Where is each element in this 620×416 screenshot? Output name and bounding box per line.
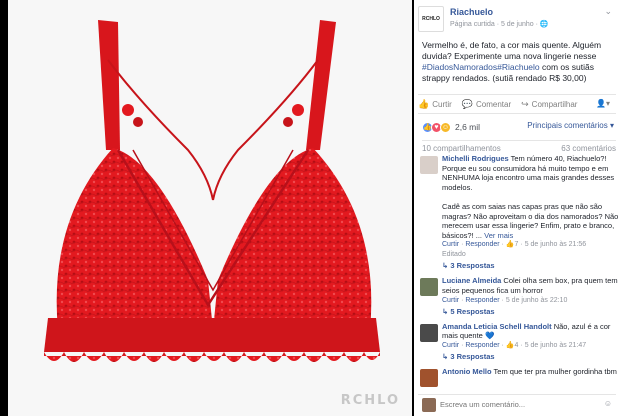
comment-reply-link[interactable]: Responder xyxy=(465,342,499,349)
chevron-down-icon: ▾ xyxy=(605,99,610,108)
avatar[interactable] xyxy=(420,156,438,174)
comment-author[interactable]: Michelli Rodrigues xyxy=(442,154,509,163)
post-header: RCHLO Riachuelo Página curtida · 5 de ju… xyxy=(414,0,620,38)
thumbs-up-icon: 👍 xyxy=(418,98,430,109)
avatar[interactable] xyxy=(420,368,438,387)
avatar[interactable] xyxy=(420,278,438,297)
see-more-link[interactable]: Ver mais xyxy=(484,231,513,240)
share-label: Compartilhar xyxy=(531,99,578,109)
view-replies-link[interactable]: ↳ 3 Respostas xyxy=(442,260,620,272)
product-photo[interactable]: RCHLO xyxy=(8,0,412,416)
post-subtitle-text: Página curtida · 5 de junho · xyxy=(450,21,540,28)
wow-reaction-icon: ☺ xyxy=(440,121,451,133)
comment-date[interactable]: 5 de junho às 21:56 xyxy=(525,241,587,248)
comment-item: Michelli Rodrigues Tem número 40, Riachu… xyxy=(418,154,620,272)
comment-icon: 💬 xyxy=(461,98,473,109)
comment-like-link[interactable]: Curtir xyxy=(442,241,459,248)
hashtag-link-2[interactable]: #Riachuelo xyxy=(497,62,540,72)
share-comment-counts: 10 compartilhamentos 63 comentários xyxy=(422,140,616,153)
user-avatar-icon: 👤 xyxy=(596,99,606,108)
reaction-avatar-menu[interactable]: 👤▾ xyxy=(596,99,610,108)
comment-text: Tem número 40, Riachuelo?! Porque eu sou… xyxy=(442,154,619,240)
post-text-body: Vermelho é, de fato, a cor mais quente. … xyxy=(422,40,602,61)
comment-item: Antonio Mello Tem que ter pra mulher gor… xyxy=(418,367,620,387)
hashtag-link[interactable]: #DiadosNamorados xyxy=(422,62,497,72)
share-icon: ↪ xyxy=(521,98,529,109)
edited-label: Editado xyxy=(442,251,466,259)
comment-label: Comentar xyxy=(476,99,512,109)
post-subtitle: Página curtida · 5 de junho · 🌐 xyxy=(450,20,549,28)
comment-body: Amanda Leticia Schell Handolt Não, azul … xyxy=(442,322,620,341)
avatar xyxy=(422,398,436,412)
comment-reply-link[interactable]: Responder xyxy=(465,241,499,248)
post-text: Vermelho é, de fato, a cor mais quente. … xyxy=(422,40,610,84)
view-replies-link[interactable]: ↳ 5 Respostas xyxy=(442,306,620,318)
comment-body: Antonio Mello Tem que ter pra mulher gor… xyxy=(442,367,620,377)
comment-like-count: 7 xyxy=(514,241,519,249)
comment-input[interactable] xyxy=(440,398,610,411)
share-button[interactable]: ↪ Compartilhar xyxy=(521,99,577,110)
comment-meta: Curtir · Responder · 5 de junho às 22:10 xyxy=(442,296,568,304)
comment-date[interactable]: 5 de junho às 22:10 xyxy=(506,297,568,304)
comment-count-link[interactable]: 63 comentários xyxy=(561,144,616,153)
comment-author[interactable]: Amanda Leticia Schell Handolt xyxy=(442,322,552,331)
reaction-count: 2,6 mil xyxy=(455,122,481,132)
comment-reply-link[interactable]: Responder xyxy=(465,297,499,304)
comment-like-link[interactable]: Curtir xyxy=(442,297,459,304)
globe-icon: 🌐 xyxy=(539,21,549,28)
comment-button[interactable]: 💬 Comentar xyxy=(462,99,511,110)
comment-author[interactable]: Luciane Almeida xyxy=(442,276,501,285)
top-comments-dropdown[interactable]: Principais comentários ▾ xyxy=(527,121,614,130)
view-replies-link[interactable]: ↳ 3 Respostas xyxy=(442,351,620,363)
post-panel: RCHLO Riachuelo Página curtida · 5 de ju… xyxy=(414,0,620,416)
comment-author[interactable]: Antonio Mello xyxy=(442,367,492,376)
comment-list: Michelli Rodrigues Tem número 40, Riachu… xyxy=(418,154,620,387)
chevron-down-icon[interactable]: ⌄ xyxy=(604,6,612,17)
emoji-icon[interactable]: ☺ xyxy=(604,399,612,408)
comment-like-link[interactable]: Curtir xyxy=(442,342,459,349)
comment-body: Michelli Rodrigues Tem número 40, Riachu… xyxy=(442,154,620,240)
comment-meta: Curtir · Responder · 👍4 · 5 de junho às … xyxy=(442,341,587,349)
watermark: RCHLO xyxy=(340,393,400,408)
red-lace-bra-image xyxy=(44,20,380,362)
comment-meta: Curtir · Responder · 👍7 · 5 de junho às … xyxy=(442,241,587,259)
comment-item: Luciane Almeida Colei olha sem box, pra … xyxy=(418,276,620,317)
page-avatar[interactable]: RCHLO xyxy=(418,6,444,32)
like-label: Curtir xyxy=(432,99,452,109)
comment-item: Amanda Leticia Schell Handolt Não, azul … xyxy=(418,322,620,363)
comment-text: Tem que ter pra mulher gordinha tbm xyxy=(491,366,617,376)
comment-like-count: 4 xyxy=(514,341,519,349)
comment-body: Luciane Almeida Colei olha sem box, pra … xyxy=(442,276,620,295)
avatar[interactable] xyxy=(420,323,438,342)
like-button[interactable]: 👍 Curtir xyxy=(418,99,452,110)
share-count-link[interactable]: 10 compartilhamentos xyxy=(422,144,501,153)
post-actions: 👍 Curtir 💬 Comentar ↪ Compartilhar 👤▾ xyxy=(418,94,616,114)
comment-date[interactable]: 5 de junho às 21:47 xyxy=(525,342,587,349)
page-name-link[interactable]: Riachuelo xyxy=(450,7,493,17)
write-comment-bar: ☺ xyxy=(418,394,616,412)
